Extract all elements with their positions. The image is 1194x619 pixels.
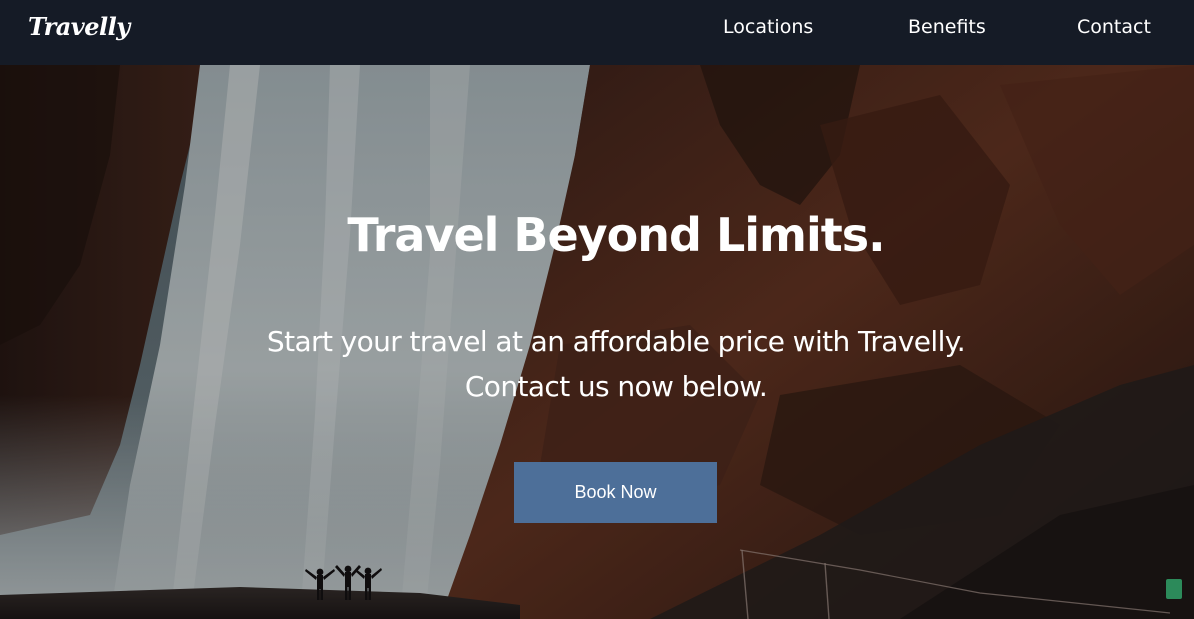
brand-logo[interactable]: Travelly bbox=[28, 12, 130, 41]
feedback-widget-icon[interactable] bbox=[1166, 579, 1182, 599]
hero-subtitle-line1: Start your travel at an affordable price… bbox=[266, 325, 966, 358]
nav-link-contact[interactable]: Contact bbox=[1077, 16, 1151, 38]
hero-section: Travel Beyond Limits. Start your travel … bbox=[0, 65, 1194, 619]
hero-subtitle-line2: Contact us now below. bbox=[464, 370, 768, 403]
nav-link-benefits[interactable]: Benefits bbox=[908, 16, 986, 38]
book-now-button[interactable]: Book Now bbox=[514, 462, 717, 523]
navbar: Travelly Locations Benefits Contact bbox=[0, 0, 1194, 65]
hero-title: Travel Beyond Limits. bbox=[347, 208, 885, 262]
nav-link-locations[interactable]: Locations bbox=[723, 16, 813, 38]
